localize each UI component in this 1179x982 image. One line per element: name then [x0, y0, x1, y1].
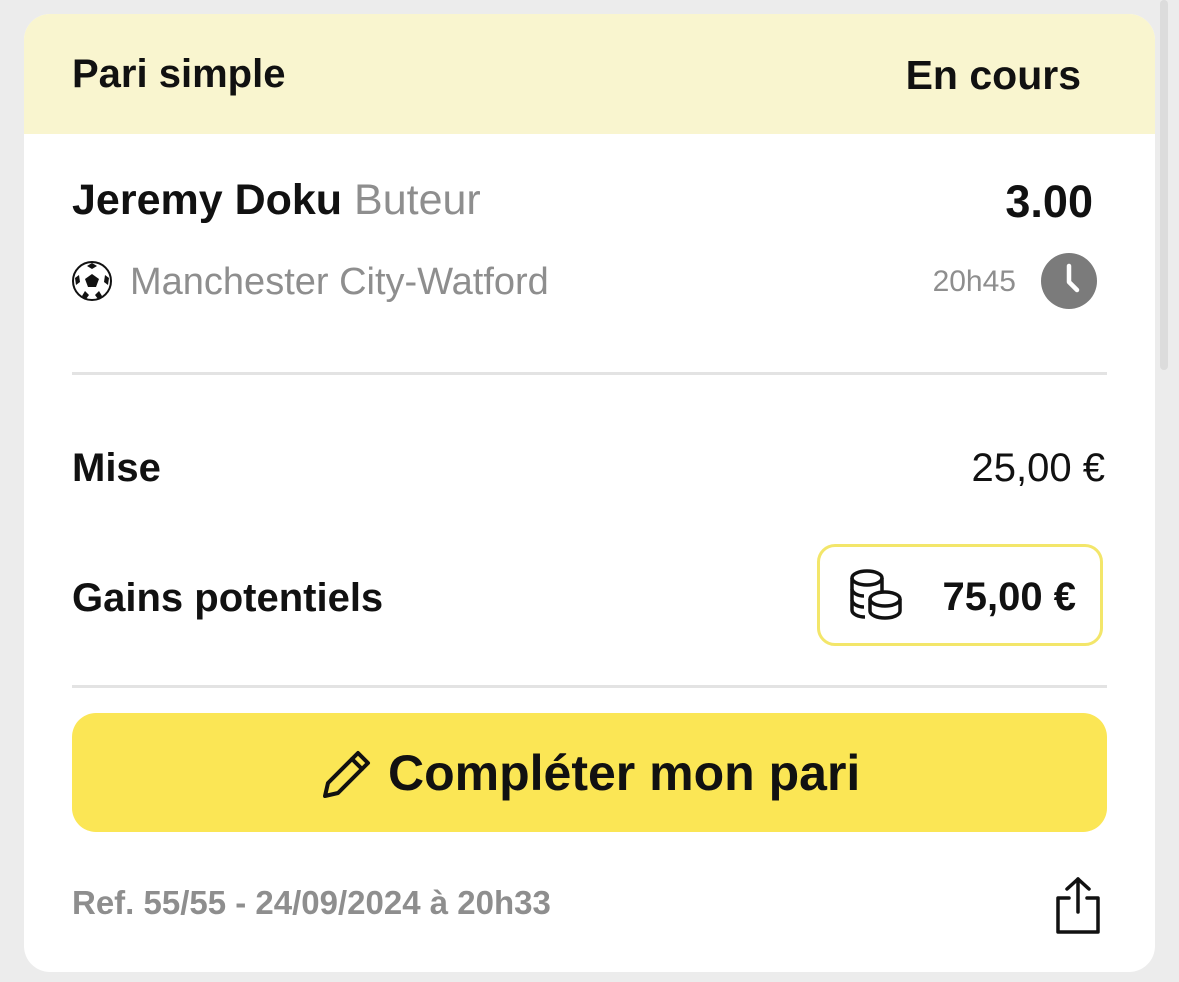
share-icon[interactable]: [1050, 874, 1106, 936]
potential-gains-box: 75,00 €: [817, 544, 1103, 646]
bet-card-header: Pari simple En cours: [24, 14, 1155, 134]
complete-bet-button[interactable]: Compléter mon pari: [72, 713, 1107, 832]
scrollbar[interactable]: [1160, 0, 1168, 370]
bet-type-label: Pari simple: [72, 52, 286, 96]
kickoff-time: 20h45: [932, 265, 1016, 298]
selection-line: Jeremy Doku Buteur: [72, 176, 481, 225]
coins-icon: [850, 569, 902, 620]
divider: [72, 372, 1107, 375]
divider: [72, 685, 1107, 688]
bet-status-label: En cours: [905, 52, 1081, 98]
selection-player: Jeremy Doku: [72, 176, 343, 224]
selection-market: Buteur: [354, 176, 481, 224]
match-name: Manchester City-Watford: [130, 261, 549, 303]
bet-card: Pari simple En cours Jeremy Doku Buteur …: [24, 14, 1155, 972]
selection-odds: 3.00: [1005, 176, 1093, 227]
stake-value: 25,00 €: [971, 446, 1105, 490]
soccer-ball-icon: [72, 261, 112, 301]
pencil-icon: [323, 751, 370, 798]
potential-gains-label: Gains potentiels: [72, 576, 384, 620]
clock-icon: [1041, 253, 1097, 309]
bet-reference: Ref. 55/55 - 24/09/2024 à 20h33: [72, 884, 551, 921]
stake-label: Mise: [72, 446, 161, 490]
potential-gains-value: 75,00 €: [942, 575, 1076, 619]
complete-bet-label: Compléter mon pari: [388, 745, 861, 801]
